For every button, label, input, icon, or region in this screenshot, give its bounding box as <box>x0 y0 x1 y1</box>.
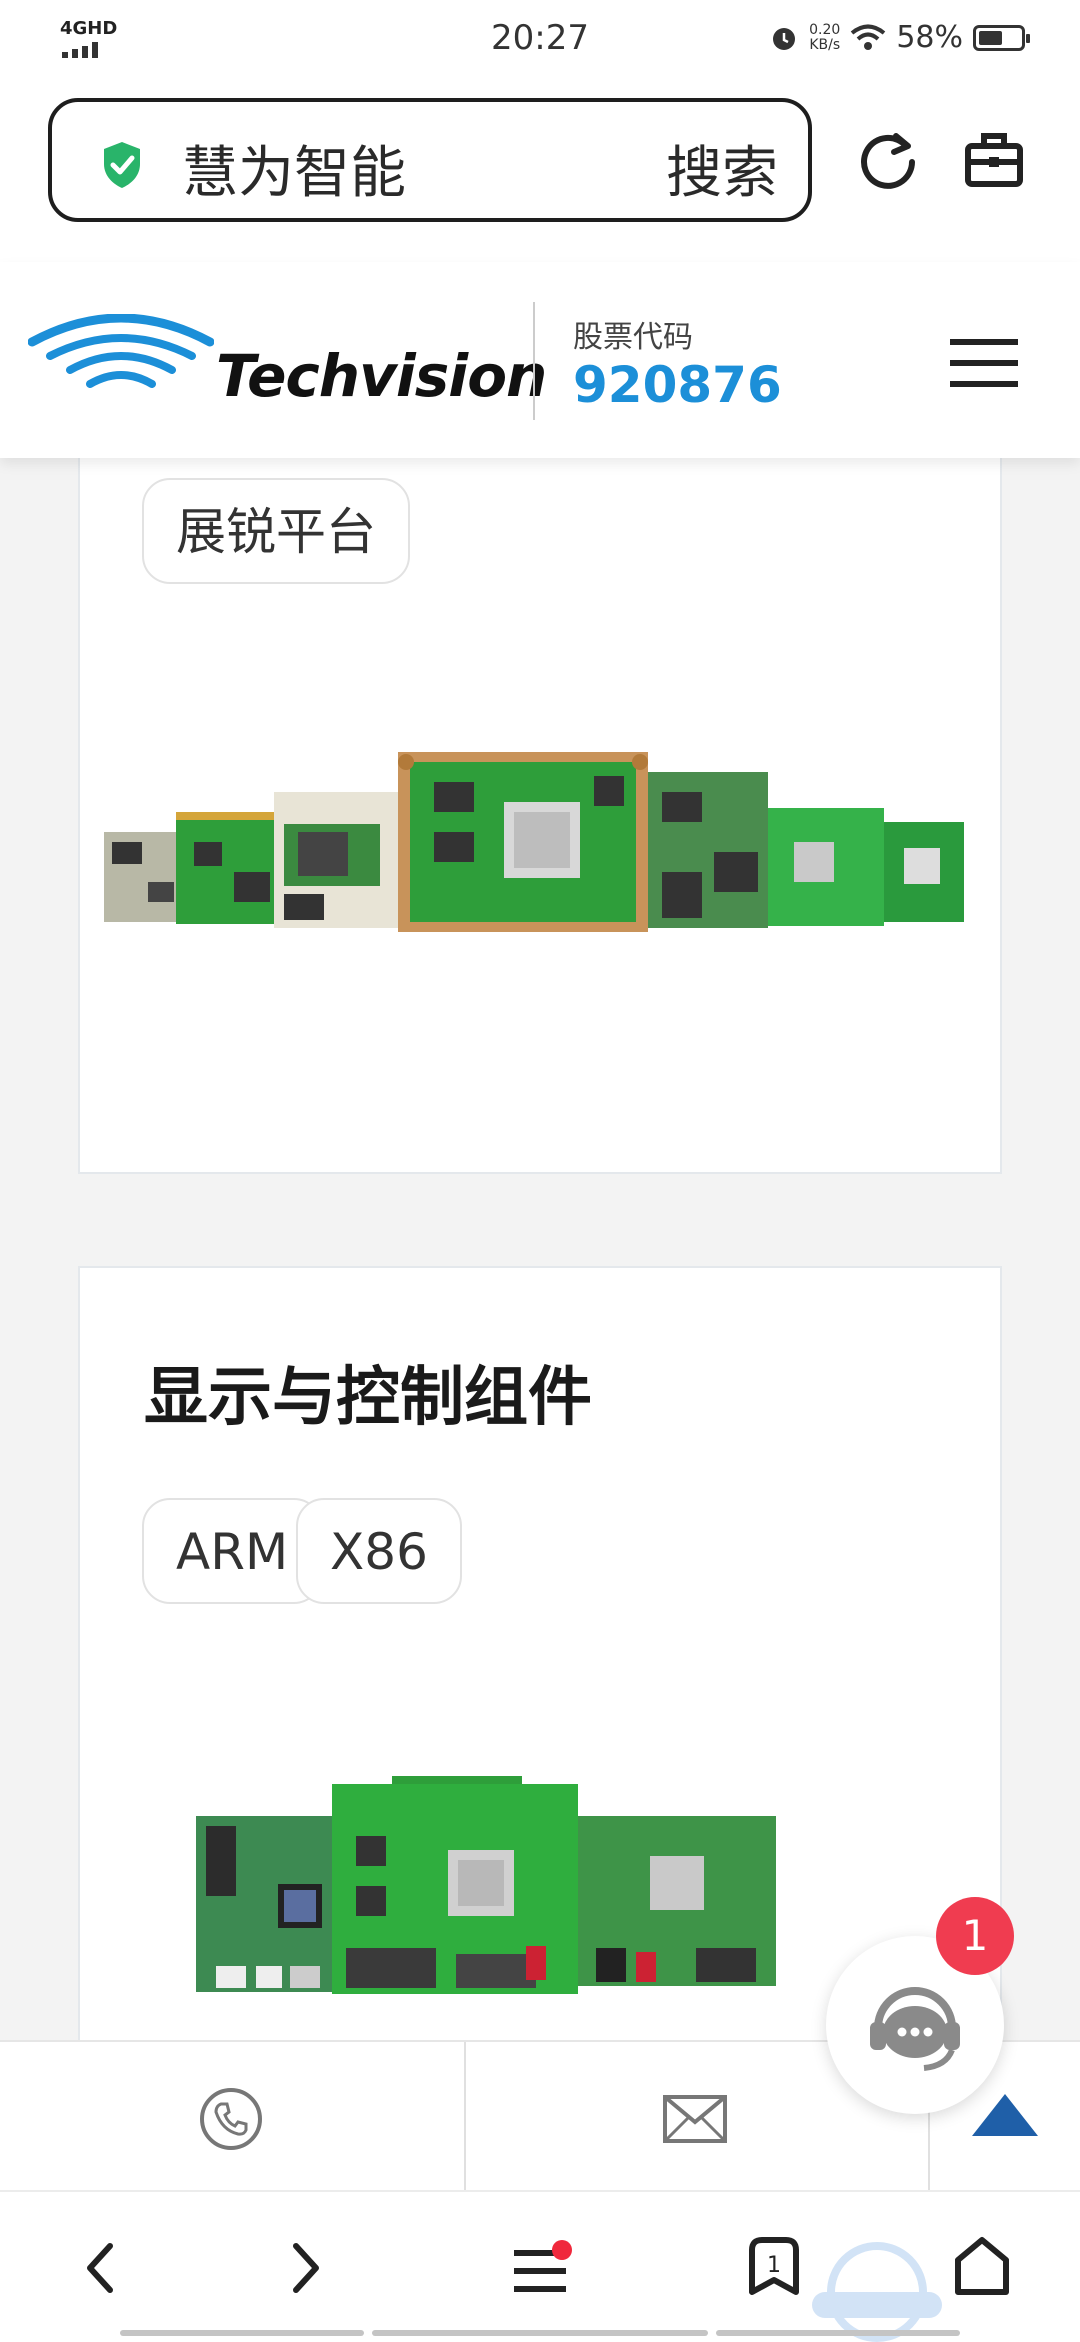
battery-icon <box>973 24 1030 51</box>
product-card[interactable]: 显示与控制组件 ARM X86 <box>78 1266 1002 2040</box>
shield-check-icon <box>104 142 140 188</box>
status-right: 0.20 KB/s 58% <box>769 20 1030 55</box>
network-speed: 0.20 KB/s <box>809 21 841 53</box>
browser-address-bar: 慧为智能 搜索 <box>0 84 1080 262</box>
battery-fill <box>979 30 1002 45</box>
logo-icon[interactable] <box>28 314 214 404</box>
wifi-icon <box>851 24 886 50</box>
page-content: 展锐平台 显示与控制组件 ARM X86 <box>0 458 1080 2040</box>
phone-icon <box>200 2088 262 2150</box>
search-button[interactable]: 搜索 <box>666 128 778 209</box>
stock-code: 920876 <box>573 356 782 414</box>
product-card[interactable]: 展锐平台 <box>78 458 1002 1174</box>
forward-icon[interactable] <box>286 2240 326 2296</box>
toolbox-icon[interactable] <box>962 128 1026 192</box>
category-chip[interactable]: 展锐平台 <box>142 478 410 584</box>
gesture-handle <box>120 2330 364 2336</box>
refresh-icon[interactable] <box>856 128 920 192</box>
product-image-boards[interactable] <box>196 1776 876 1998</box>
battery-percent: 58% <box>896 20 963 55</box>
status-bar: 4GHD 20:27 0.20 KB/s 58% <box>0 0 1080 84</box>
notification-dot <box>552 2240 572 2260</box>
browser-nav-bar: 1 <box>0 2190 1080 2342</box>
notification-badge: 1 <box>936 1897 1014 1975</box>
bookmark-icon[interactable]: 1 <box>744 2236 804 2300</box>
category-chip[interactable]: X86 <box>296 1498 462 1604</box>
site-header: Techvision 股票代码 920876 <box>0 262 1080 458</box>
svg-text:1: 1 <box>767 2253 781 2278</box>
header-divider <box>533 302 535 420</box>
home-icon[interactable] <box>954 2236 1010 2296</box>
gesture-handle <box>716 2330 960 2336</box>
product-image-modules[interactable] <box>104 732 984 932</box>
search-query: 慧为智能 <box>182 141 406 206</box>
card-title: 显示与控制组件 <box>144 1361 592 1435</box>
mail-icon <box>663 2095 727 2143</box>
phone-button[interactable] <box>0 2042 464 2192</box>
floating-assistant-icon[interactable] <box>802 2232 952 2342</box>
alarm-icon <box>773 27 796 50</box>
stock-label: 股票代码 <box>573 320 693 355</box>
back-icon[interactable] <box>80 2240 120 2296</box>
search-input[interactable]: 慧为智能 搜索 <box>48 98 812 222</box>
logo-text[interactable]: Techvision <box>216 342 547 410</box>
gesture-handle <box>372 2330 708 2336</box>
menu-icon[interactable] <box>950 337 1018 389</box>
